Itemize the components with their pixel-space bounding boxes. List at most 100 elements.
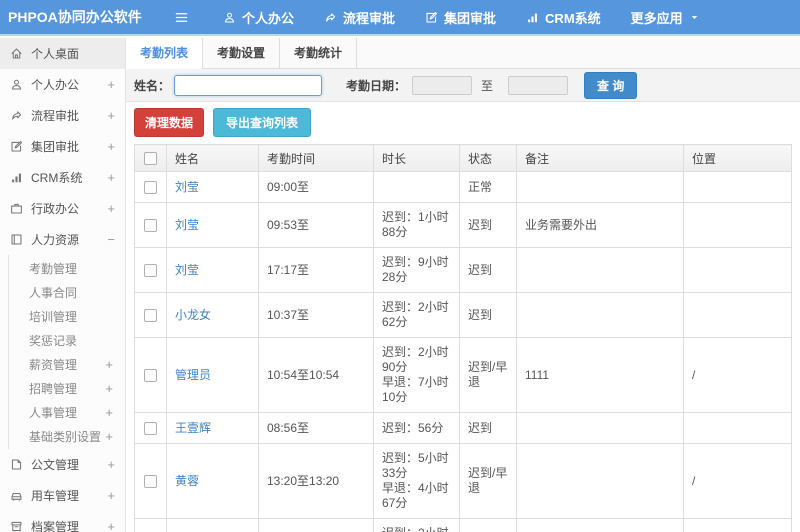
share-icon xyxy=(326,12,336,22)
name-cell: 刘莹 xyxy=(166,202,259,248)
employee-name-link[interactable]: 黄蓉 xyxy=(175,474,199,488)
menu-icon xyxy=(175,12,188,22)
share-icon xyxy=(12,111,22,120)
column-header-5: 位置 xyxy=(683,144,792,172)
date-from-input[interactable] xyxy=(412,75,473,95)
tab-attendance-list[interactable]: 考勤列表 xyxy=(126,38,204,69)
status-cell: 迟到/早退 xyxy=(459,337,517,413)
expand-toggle-icon[interactable]: + xyxy=(107,77,115,92)
note-cell: 1111 xyxy=(516,337,684,413)
status-cell: 迟到 xyxy=(459,412,517,444)
expand-toggle-icon[interactable]: + xyxy=(107,139,115,154)
clean-data-button[interactable]: 清理数据 xyxy=(134,108,205,137)
row-checkbox[interactable] xyxy=(144,421,157,435)
export-list-button[interactable]: 导出查询列表 xyxy=(213,108,312,137)
sidebar-subitem-label: 薪资管理 xyxy=(29,357,78,372)
sidebar-item-crm-system[interactable]: CRM系统 + xyxy=(0,162,125,193)
expand-toggle-icon[interactable]: + xyxy=(107,457,115,472)
top-nav-more-apps[interactable]: 更多应用 xyxy=(631,8,700,27)
name-input[interactable] xyxy=(174,74,323,96)
date-to-input[interactable] xyxy=(508,75,569,95)
query-button[interactable]: 查 询 xyxy=(584,71,638,99)
table-header-row: 姓名 考勤时间 时长 状态 备注 位置 xyxy=(134,144,792,172)
select-all-checkbox[interactable] xyxy=(144,152,157,166)
employee-name-link[interactable]: 王壹辉 xyxy=(175,421,211,435)
location-cell xyxy=(683,202,792,248)
sidebar-item-human-resources[interactable]: 人力资源 − xyxy=(0,224,125,255)
employee-name-link[interactable]: 管理员 xyxy=(175,368,211,382)
sidebar-item-label: 个人桌面 xyxy=(31,47,80,61)
sidebar-subitem-label: 培训管理 xyxy=(29,309,78,324)
status-cell: 迟到 xyxy=(459,518,517,532)
time-cell: 10:02至 xyxy=(258,518,374,532)
sidebar-item-label: 用车管理 xyxy=(31,489,80,503)
sidebar-subitem-personnel-mgmt[interactable]: 人事管理 + xyxy=(9,400,125,424)
expand-toggle-icon[interactable]: + xyxy=(107,488,115,503)
top-nav-crm-system[interactable]: CRM系统 xyxy=(526,8,601,27)
note-cell xyxy=(516,247,684,293)
expand-toggle-icon[interactable]: + xyxy=(105,429,113,444)
employee-name-link[interactable]: 刘莹 xyxy=(175,263,199,277)
row-checkbox[interactable] xyxy=(144,263,157,277)
row-checkbox[interactable] xyxy=(144,308,157,322)
sidebar-subitem-recruit-mgmt[interactable]: 招聘管理 + xyxy=(9,376,125,400)
employee-name-link[interactable]: 刘莹 xyxy=(175,218,199,232)
sidebar-subitem-reward-punish[interactable]: 奖惩记录 xyxy=(9,328,125,352)
note-cell xyxy=(516,171,684,203)
table-body: 刘莹 09:00至 正常 刘莹 09:53至 迟到：1小时88分 迟到 业务需要外出 刘莹 17:… xyxy=(134,171,792,532)
expand-toggle-icon[interactable]: + xyxy=(107,201,115,216)
sidebar-item-workflow-approval[interactable]: 流程审批 + xyxy=(0,100,125,131)
row-checkbox[interactable] xyxy=(144,474,157,488)
duration-cell: 迟到：56分 xyxy=(373,412,460,444)
duration-cell: 迟到：2小时03分 xyxy=(373,518,460,532)
status-cell: 正常 xyxy=(459,171,517,203)
employee-name-link[interactable]: 小龙女 xyxy=(175,308,211,322)
sidebar-item-personal-office[interactable]: 个人办公 + xyxy=(0,69,125,100)
tab-bar: 考勤列表 考勤设置 考勤统计 xyxy=(126,38,800,69)
note-cell xyxy=(516,412,684,444)
location-cell: / xyxy=(683,443,792,519)
location-cell xyxy=(683,171,792,203)
expand-toggle-icon[interactable]: + xyxy=(105,357,113,372)
sidebar-subitem-label: 奖惩记录 xyxy=(29,333,78,348)
expand-toggle-icon[interactable]: − xyxy=(107,232,115,247)
row-checkbox[interactable] xyxy=(144,180,157,194)
row-checkbox[interactable] xyxy=(144,368,157,382)
name-cell: 王壹辉 xyxy=(166,518,259,532)
time-cell: 10:37至 xyxy=(258,292,374,338)
top-nav-group-approval[interactable]: 集团审批 xyxy=(425,8,496,27)
sidebar-item-label: 档案管理 xyxy=(31,520,80,532)
note-cell xyxy=(516,443,684,519)
sidebar-subitem-hr-contract[interactable]: 人事合同 xyxy=(9,280,125,304)
expand-toggle-icon[interactable]: + xyxy=(107,170,115,185)
sidebar-subitem-training-mgmt[interactable]: 培训管理 xyxy=(9,304,125,328)
tab-attendance-stats[interactable]: 考勤统计 xyxy=(280,38,358,68)
column-header-2: 时长 xyxy=(373,144,460,172)
expand-toggle-icon[interactable]: + xyxy=(105,405,113,420)
name-label: 姓名： xyxy=(134,78,171,93)
top-nav-personal-office[interactable]: 个人办公 xyxy=(223,8,294,27)
sidebar-item-label: 人力资源 xyxy=(31,233,80,247)
sidebar-item-document-mgmt[interactable]: 公文管理 + xyxy=(0,449,125,480)
tab-attendance-settings[interactable]: 考勤设置 xyxy=(203,38,281,68)
sidebar-subitem-base-category[interactable]: 基础类别设置 + xyxy=(9,424,125,448)
expand-toggle-icon[interactable]: + xyxy=(107,519,115,532)
expand-toggle-icon[interactable]: + xyxy=(105,381,113,396)
expand-toggle-icon[interactable]: + xyxy=(107,108,115,123)
filter-bar: 姓名： 考勤日期： 至 查 询 xyxy=(126,69,800,102)
top-nav-workflow-approval[interactable]: 流程审批 xyxy=(324,8,395,27)
sidebar-item-archive-mgmt[interactable]: 档案管理 + xyxy=(0,511,125,532)
sidebar-item-label: 流程审批 xyxy=(31,109,80,123)
sidebar-item-admin-office[interactable]: 行政办公 + xyxy=(0,193,125,224)
sidebar-subitem-attendance-mgmt[interactable]: 考勤管理 xyxy=(9,256,125,280)
menu-toggle-icon[interactable] xyxy=(174,10,189,25)
top-nav-label: 个人办公 xyxy=(242,10,295,26)
employee-name-link[interactable]: 刘莹 xyxy=(175,180,199,194)
sidebar-item-vehicle-mgmt[interactable]: 用车管理 + xyxy=(0,480,125,511)
sidebar-item-group-approval[interactable]: 集团审批 + xyxy=(0,131,125,162)
sidebar-subitem-salary-mgmt[interactable]: 薪资管理 + xyxy=(9,352,125,376)
table-row: 王壹辉 08:56至 迟到：56分 迟到 xyxy=(134,412,792,444)
sidebar-item-personal-desktop[interactable]: 个人桌面 xyxy=(0,38,125,69)
sidebar-subitem-label: 招聘管理 xyxy=(29,381,78,396)
row-checkbox[interactable] xyxy=(144,218,157,232)
